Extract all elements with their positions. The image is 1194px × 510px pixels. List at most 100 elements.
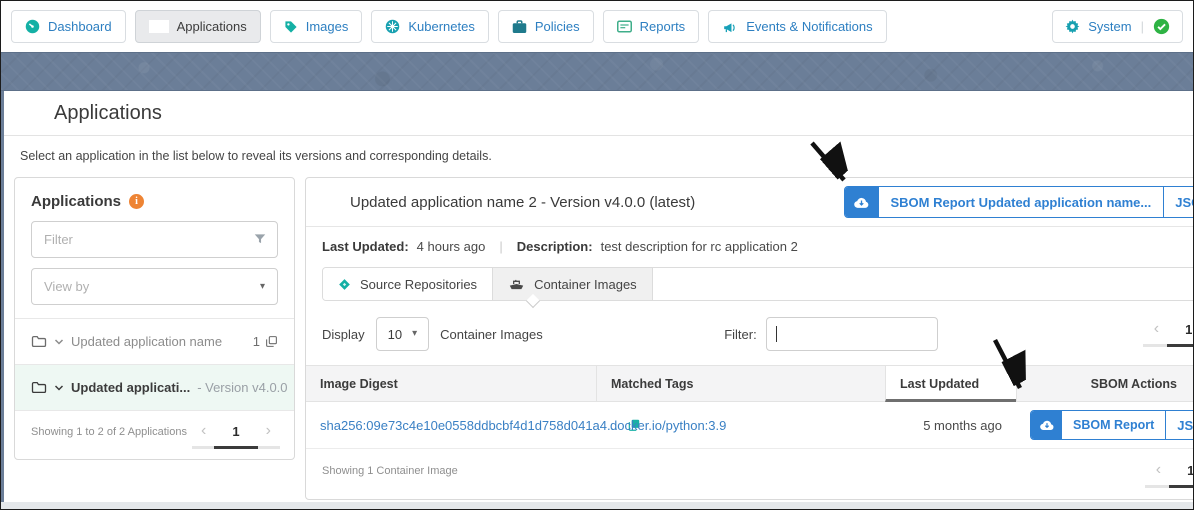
chevron-down-icon: ▾ <box>412 329 417 339</box>
nav-dashboard-label: Dashboard <box>48 19 112 34</box>
table-row: sha256:09e73c4e10e0558ddbcbf4d1d758d041a… <box>306 402 1193 449</box>
health-check-icon[interactable] <box>1153 18 1170 35</box>
column-header-matched-tags[interactable]: Matched Tags <box>596 365 885 402</box>
row-sbom-button-group: SBOM Report JSON ▾ <box>1030 410 1193 440</box>
nav-images-label: Images <box>306 19 349 34</box>
prev-page-icon[interactable]: ‹ <box>1154 321 1159 337</box>
container-images-filter-input[interactable] <box>766 317 938 351</box>
versions-stack-icon <box>265 335 278 348</box>
cloud-download-icon <box>1039 418 1055 432</box>
table-header-row: Image Digest Matched Tags Last Updated S… <box>306 365 1193 402</box>
applications-list-header: Applications i <box>15 178 294 221</box>
application-grid-icon <box>322 194 338 210</box>
system-group: System | <box>1052 10 1183 43</box>
view-by-select[interactable]: View by ▾ <box>31 268 278 305</box>
display-suffix: Container Images <box>440 327 543 342</box>
column-header-last-updated[interactable]: Last Updated <box>885 365 1016 402</box>
nav-separator: | <box>1141 19 1144 34</box>
nav-policies-label: Policies <box>535 19 580 34</box>
container-ship-icon <box>508 278 525 291</box>
pagination-indicator <box>1167 344 1193 347</box>
filter-input-wrap <box>31 221 278 258</box>
page-number[interactable]: 1 <box>1185 322 1192 337</box>
application-detail-panel: Updated application name 2 - Version v4.… <box>305 177 1193 500</box>
page-size-value: 10 <box>388 327 402 342</box>
next-page-icon[interactable]: › <box>266 423 271 439</box>
matched-tag-link[interactable]: docker.io/python:3.9 <box>610 418 726 433</box>
sbom-download-button[interactable] <box>1031 411 1062 439</box>
column-header-image-digest[interactable]: Image Digest <box>306 365 596 402</box>
matched-tags-cell: docker.io/python:3.9 <box>596 402 885 448</box>
gear-icon <box>1065 19 1080 34</box>
detail-header: Updated application name 2 - Version v4.… <box>306 178 1193 227</box>
nav-images[interactable]: Images <box>270 10 363 43</box>
sbom-report-label[interactable]: SBOM Report Updated application name... <box>879 187 1165 217</box>
page-number[interactable]: 1 <box>232 424 239 439</box>
nav-policies[interactable]: Policies <box>498 10 594 43</box>
nav-reports-label: Reports <box>640 19 686 34</box>
nav-reports[interactable]: Reports <box>603 10 700 43</box>
funnel-icon <box>253 232 267 246</box>
panels-row: Applications i View by ▾ <box>4 175 1193 500</box>
meta-separator: | <box>499 239 502 254</box>
display-label: Display <box>322 327 365 342</box>
content-area: Applications Select an application in th… <box>1 91 1193 502</box>
sbom-report-label[interactable]: SBOM Report <box>1062 411 1166 439</box>
pagination-track <box>192 446 280 449</box>
last-updated-value: 4 hours ago <box>417 239 486 254</box>
source-repo-diamond-icon <box>338 278 351 291</box>
last-updated-cell: 5 months ago <box>885 402 1016 448</box>
application-version: - Version v4.0.0 <box>197 380 287 395</box>
nav-events-label: Events & Notifications <box>746 19 872 34</box>
sbom-download-button[interactable] <box>845 187 879 217</box>
sbom-format-dropdown[interactable]: JSON ▾ <box>1164 187 1193 217</box>
applications-pagination: ‹ 1 › <box>192 423 280 449</box>
page-size-select[interactable]: 10 ▾ <box>376 317 430 351</box>
tab-container-images[interactable]: Container Images <box>493 268 653 300</box>
detail-meta: Last Updated: 4 hours ago | Description:… <box>306 227 1193 264</box>
text-cursor <box>776 326 777 342</box>
policies-briefcase-icon <box>512 20 527 34</box>
pagination-track <box>1143 344 1193 347</box>
info-icon[interactable]: i <box>129 194 144 209</box>
prev-page-icon[interactable]: ‹ <box>201 423 206 439</box>
sbom-format-value: JSON <box>1175 195 1193 210</box>
table-pagination-top: ‹ 1 › <box>1143 321 1193 347</box>
dashboard-icon <box>25 19 40 34</box>
description-value: test description for rc application 2 <box>601 239 798 254</box>
page-number[interactable]: 1 <box>1187 463 1193 478</box>
detail-footer: Showing 1 Container Image ‹ 1 › <box>306 449 1193 499</box>
filter-group: Filter: <box>724 317 938 351</box>
tab-source-repositories[interactable]: Source Repositories <box>323 268 493 300</box>
detail-tabs: Source Repositories Container Images <box>322 267 1193 301</box>
prev-page-icon[interactable]: ‹ <box>1156 462 1161 478</box>
app-window: Dashboard Applications Images Kubernetes <box>0 0 1194 510</box>
nav-applications-label: Applications <box>177 19 247 34</box>
sbom-format-dropdown[interactable]: JSON ▾ <box>1166 411 1193 439</box>
showing-text: Showing 1 to 2 of 2 Applications <box>31 426 187 438</box>
chevron-down-icon: ▾ <box>260 282 265 292</box>
reports-icon <box>617 20 632 33</box>
showing-text: Showing 1 Container Image <box>322 465 458 477</box>
application-list-item-selected[interactable]: Updated applicati... - Version v4.0.0 2 <box>15 364 294 410</box>
nav-events-notifications[interactable]: Events & Notifications <box>708 10 886 43</box>
folder-icon <box>31 381 47 394</box>
sbom-report-button-group: SBOM Report Updated application name... … <box>844 186 1194 218</box>
applications-filter-input[interactable] <box>31 221 278 258</box>
image-digest-link[interactable]: sha256:09e73c4e10e0558ddbcbf4d1d758d041a… <box>320 418 618 433</box>
application-list-item[interactable]: Updated application name 1 <box>15 318 294 364</box>
nav-dashboard[interactable]: Dashboard <box>11 10 126 43</box>
nav-applications[interactable]: Applications <box>135 10 261 43</box>
column-header-sbom-actions[interactable]: SBOM Actions <box>1016 365 1193 402</box>
chevron-down-icon <box>54 384 64 392</box>
application-version-count: 1 <box>253 334 278 349</box>
image-digest-cell: sha256:09e73c4e10e0558ddbcbf4d1d758d041a… <box>306 402 596 448</box>
nav-system[interactable]: System <box>1065 19 1131 34</box>
applications-icon <box>149 20 169 33</box>
bottom-strip <box>1 502 1193 509</box>
nav-kubernetes-label: Kubernetes <box>408 19 475 34</box>
applications-list-panel: Applications i View by ▾ <box>14 177 295 460</box>
tab-container-images-label: Container Images <box>534 277 637 292</box>
nav-kubernetes[interactable]: Kubernetes <box>371 10 489 43</box>
sbom-actions-cell: SBOM Report JSON ▾ <box>1016 402 1193 448</box>
